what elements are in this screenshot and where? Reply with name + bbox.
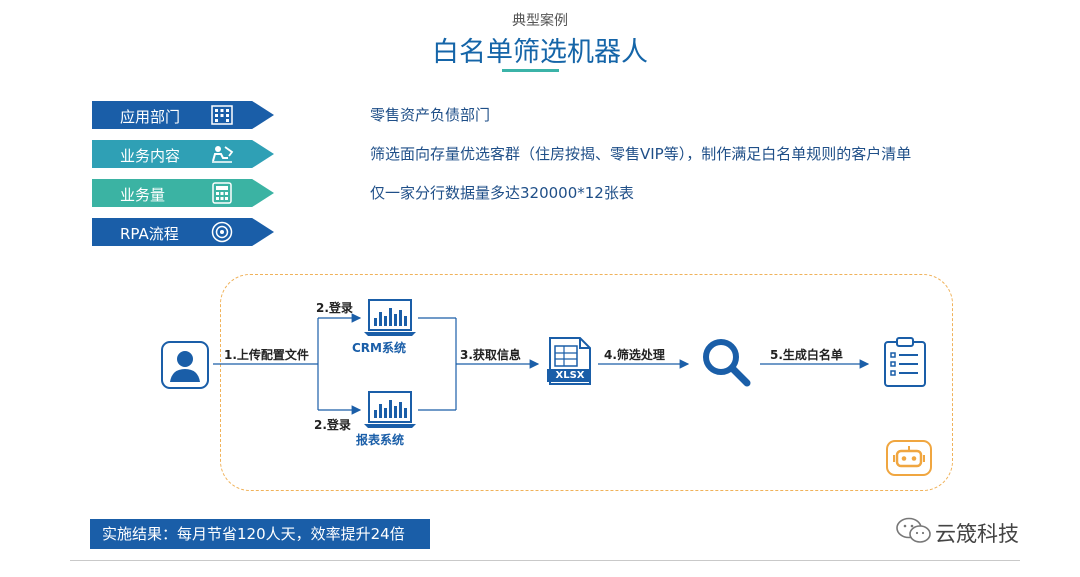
step2-login-top: 2.登录 xyxy=(316,301,353,315)
laptop-chart-icon xyxy=(364,299,416,336)
user-icon xyxy=(161,341,209,389)
report-system-label: 报表系统 xyxy=(356,433,405,447)
step3-fetch-info: 3.获取信息 xyxy=(460,348,521,362)
result-banner: 实施结果：每月节省120人天，效率提升24倍 xyxy=(90,519,430,549)
step2-login-bottom: 2.登录 xyxy=(314,418,351,432)
xlsx-label: XLSX xyxy=(555,370,585,381)
step4-filter: 4.筛选处理 xyxy=(604,348,665,362)
bottom-divider xyxy=(70,560,1020,561)
laptop-chart-icon xyxy=(364,391,416,428)
flow-connectors xyxy=(213,313,870,415)
brand-name: 云筬科技 xyxy=(935,522,1019,546)
step1-upload-config: 1.上传配置文件 xyxy=(224,348,309,362)
robot-icon xyxy=(886,440,932,476)
step5-generate-whitelist: 5.生成白名单 xyxy=(770,348,843,362)
clipboard-list-icon xyxy=(884,337,926,387)
crm-system-label: CRM系统 xyxy=(352,341,406,355)
wechat-icon xyxy=(896,517,931,543)
search-icon xyxy=(703,339,751,387)
